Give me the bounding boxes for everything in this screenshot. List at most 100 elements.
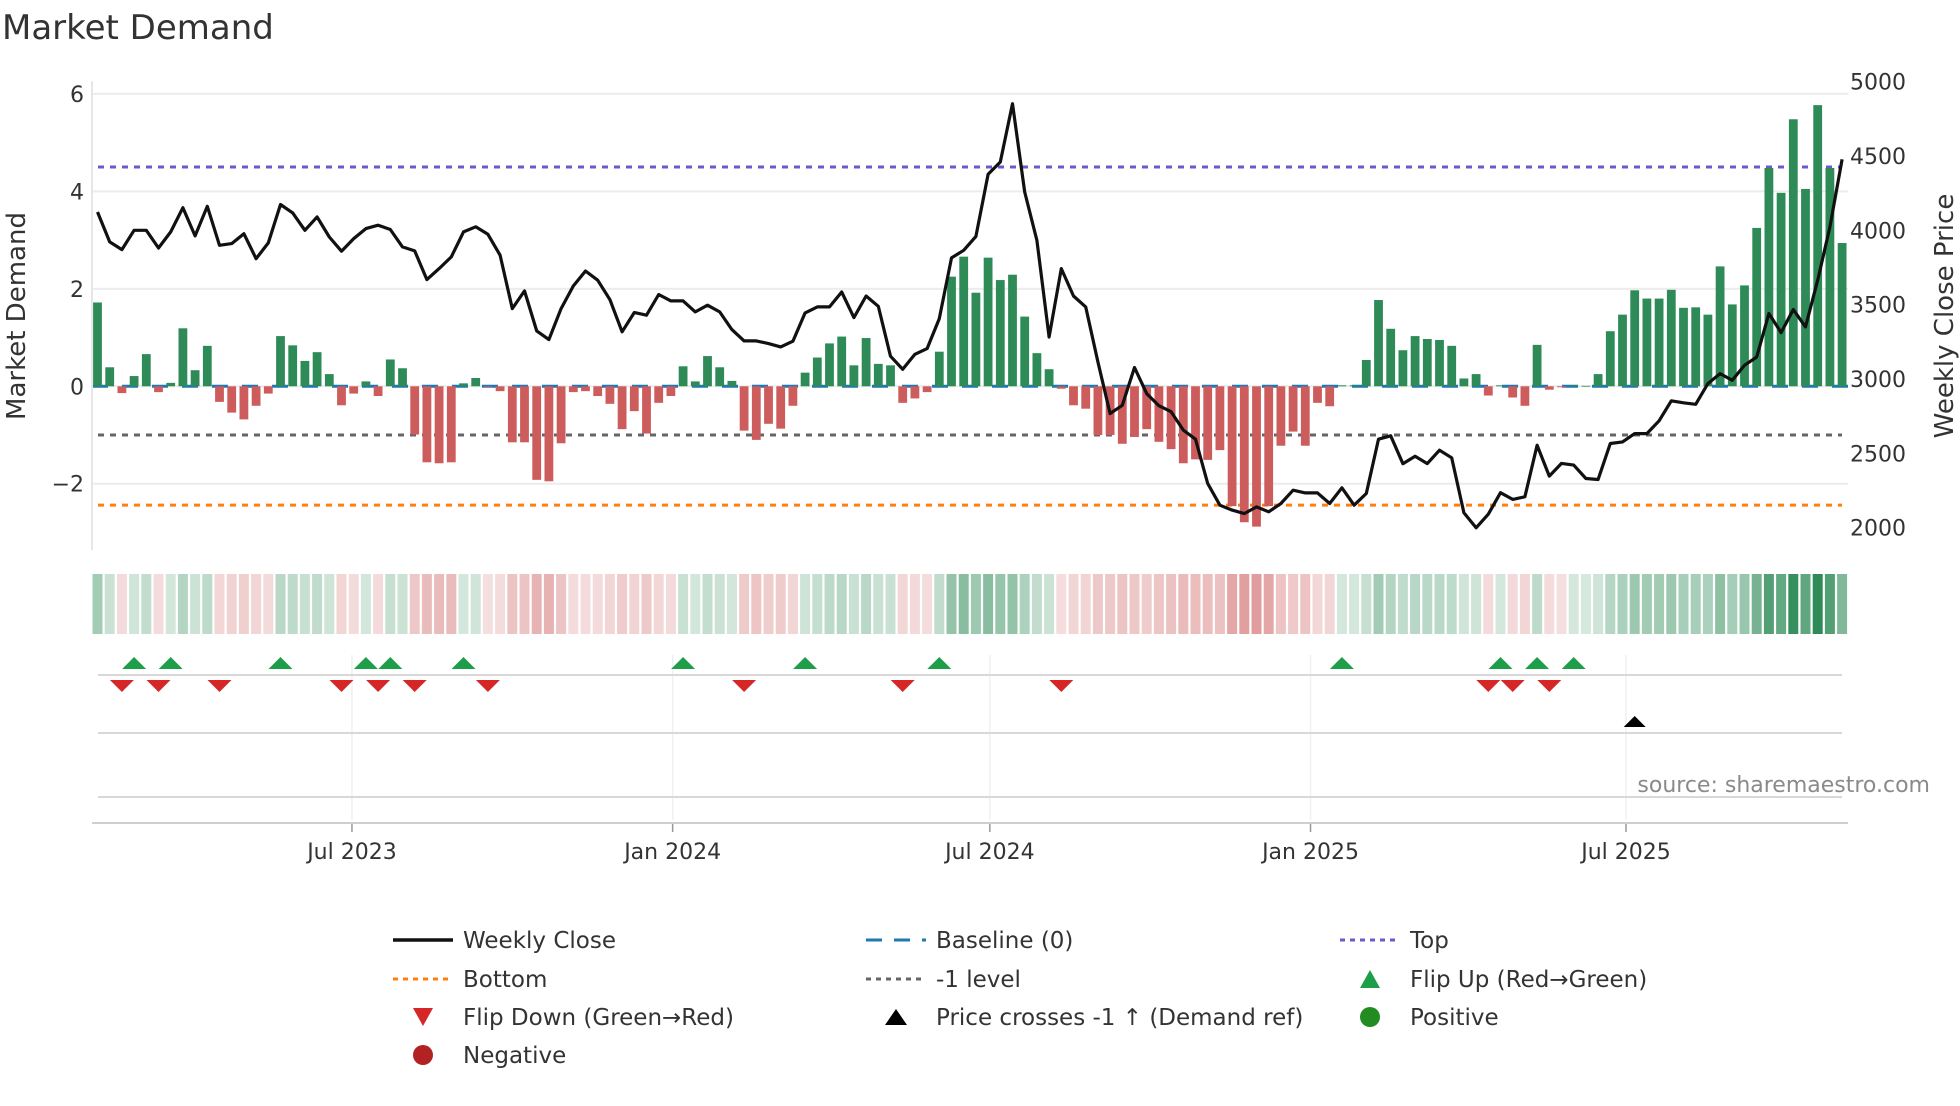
strip-cell [1166,574,1177,634]
strip-cell [1812,574,1823,634]
circle-icon [413,1045,433,1065]
strip-cell [1507,574,1518,634]
strip-cell [592,574,603,634]
strip-cell [1129,574,1140,634]
legend-label: Weekly Close [463,928,616,954]
strip-cell [263,574,274,634]
triangle-down-icon [413,1008,433,1026]
positive-demand-bar [1386,328,1396,387]
strip-cell [1580,574,1591,634]
positive-demand-bar [1008,274,1017,387]
positive-demand-bar [288,345,298,387]
strip-cell [1007,574,1018,634]
triangle-up-icon [1360,970,1380,988]
strip-cell [1519,574,1530,634]
positive-demand-bar [727,380,737,387]
strip-cell [129,574,140,634]
strip-cell [653,574,664,634]
strip-cell [1202,574,1213,634]
strip-cell [897,574,908,634]
strip-cell [1178,574,1189,634]
positive-demand-bar [1776,192,1786,387]
y-tick-label: 4 [70,180,84,205]
strip-cell [702,574,713,634]
flip-down-marker [1049,680,1074,692]
strip-cell [1410,574,1421,634]
strip-cell [153,574,164,634]
strip-cell [885,574,896,634]
positive-demand-bar [1044,369,1054,387]
strip-cell [1446,574,1457,634]
y2-tick-label: 4500 [1850,145,1906,170]
positive-demand-bar [995,280,1005,387]
flip-up-marker [927,657,952,669]
positive-demand-bar [105,367,115,387]
negative-demand-bar [629,386,639,412]
strip-cell [1080,574,1091,634]
negative-demand-bar [898,386,908,403]
negative-demand-bar [117,386,127,394]
positive-demand-bar [385,359,395,387]
positive-demand-bar [1703,314,1713,387]
negative-demand-bar [1081,386,1091,409]
strip-cell [1275,574,1286,634]
negative-demand-bar [1288,386,1298,432]
negative-demand-bar [483,386,493,388]
positive-demand-bar [276,336,285,387]
positive-demand-bar [190,370,200,387]
positive-demand-bar [1349,385,1359,387]
positive-demand-bar [398,368,407,387]
negative-demand-bar [1520,386,1530,406]
negative-demand-bar [337,386,346,406]
strip-cell [104,574,115,634]
positive-demand-bar [1361,359,1371,387]
negative-demand-bar [654,386,664,403]
strip-cell [360,574,371,634]
strip-cell [177,574,188,634]
strip-cell [1300,574,1311,634]
positive-demand-bar [1679,307,1688,387]
x-tick-label: Jul 2023 [305,840,397,865]
positive-demand-bar [825,343,834,387]
strip-cell [1495,574,1506,634]
strip-cell [1605,574,1616,634]
strip-cell [543,574,554,634]
positive-demand-bar [1471,374,1481,387]
y2-axis-label: Weekly Close Price [1930,194,1960,439]
strip-cell [970,574,981,634]
positive-demand-bar [1642,298,1652,387]
strip-cell [763,574,774,634]
strip-cell [409,574,420,634]
strip-cell [665,574,676,634]
strip-cell [812,574,823,634]
negative-demand-bar [1239,386,1249,523]
y-tick-label: 0 [70,375,84,400]
strip-cell [1117,574,1128,634]
negative-demand-bar [251,386,261,406]
strip-cell [1263,574,1274,634]
strip-cell [519,574,530,634]
strip-cell [1788,574,1799,634]
negative-demand-bar [239,386,249,420]
legend-item-bottom: Bottom [393,967,547,993]
y2-tick-label: 3500 [1850,294,1906,319]
negative-demand-bar [520,386,529,443]
strip-cell [1361,574,1372,634]
x-tick-label: Jan 2024 [622,840,721,865]
strip-cell [348,574,359,634]
positive-demand-bar [1459,378,1469,387]
strip-cell [556,574,567,634]
positive-demand-bar [312,352,322,387]
y-tick-label: 2 [70,278,84,303]
strip-cell [287,574,298,634]
strip-cell [1800,574,1811,634]
flip-up-marker [1561,657,1586,669]
positive-demand-bar [178,328,188,387]
legend-label: Price crosses -1 ↑ (Demand ref) [936,1005,1303,1031]
chart-title: Market Demand [2,8,274,48]
strip-cell [373,574,384,634]
negative-demand-bar [581,386,590,392]
negative-demand-bar [227,386,237,413]
positive-demand-bar [812,357,822,387]
x-tick-label: Jan 2025 [1260,840,1359,865]
